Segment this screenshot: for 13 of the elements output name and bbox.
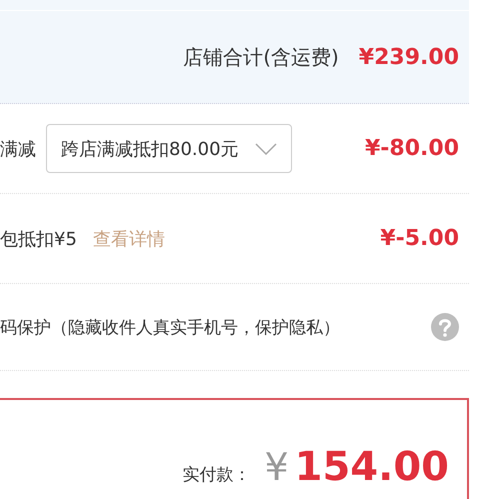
- payment-amount: 154.00: [294, 447, 449, 487]
- discount-select[interactable]: 跨店满减抵扣80.00元: [46, 124, 292, 173]
- discount-amount: ¥-5.00: [380, 226, 459, 251]
- discount-label: 包抵扣¥5: [0, 228, 77, 250]
- shop-total-label: 店铺合计(含运费): [183, 44, 339, 70]
- discount-amount: ¥-80.00: [364, 136, 459, 161]
- payment-label: 实付款：: [182, 464, 250, 486]
- chevron-down-icon: [254, 142, 277, 154]
- shop-total-amount: ¥239.00: [358, 44, 459, 70]
- help-icon[interactable]: [431, 313, 459, 341]
- privacy-label: 码保护（隐藏收件人真实手机号，保护隐私）: [0, 316, 340, 338]
- discount-label: 满减: [0, 138, 36, 160]
- currency-symbol: ¥: [264, 448, 289, 486]
